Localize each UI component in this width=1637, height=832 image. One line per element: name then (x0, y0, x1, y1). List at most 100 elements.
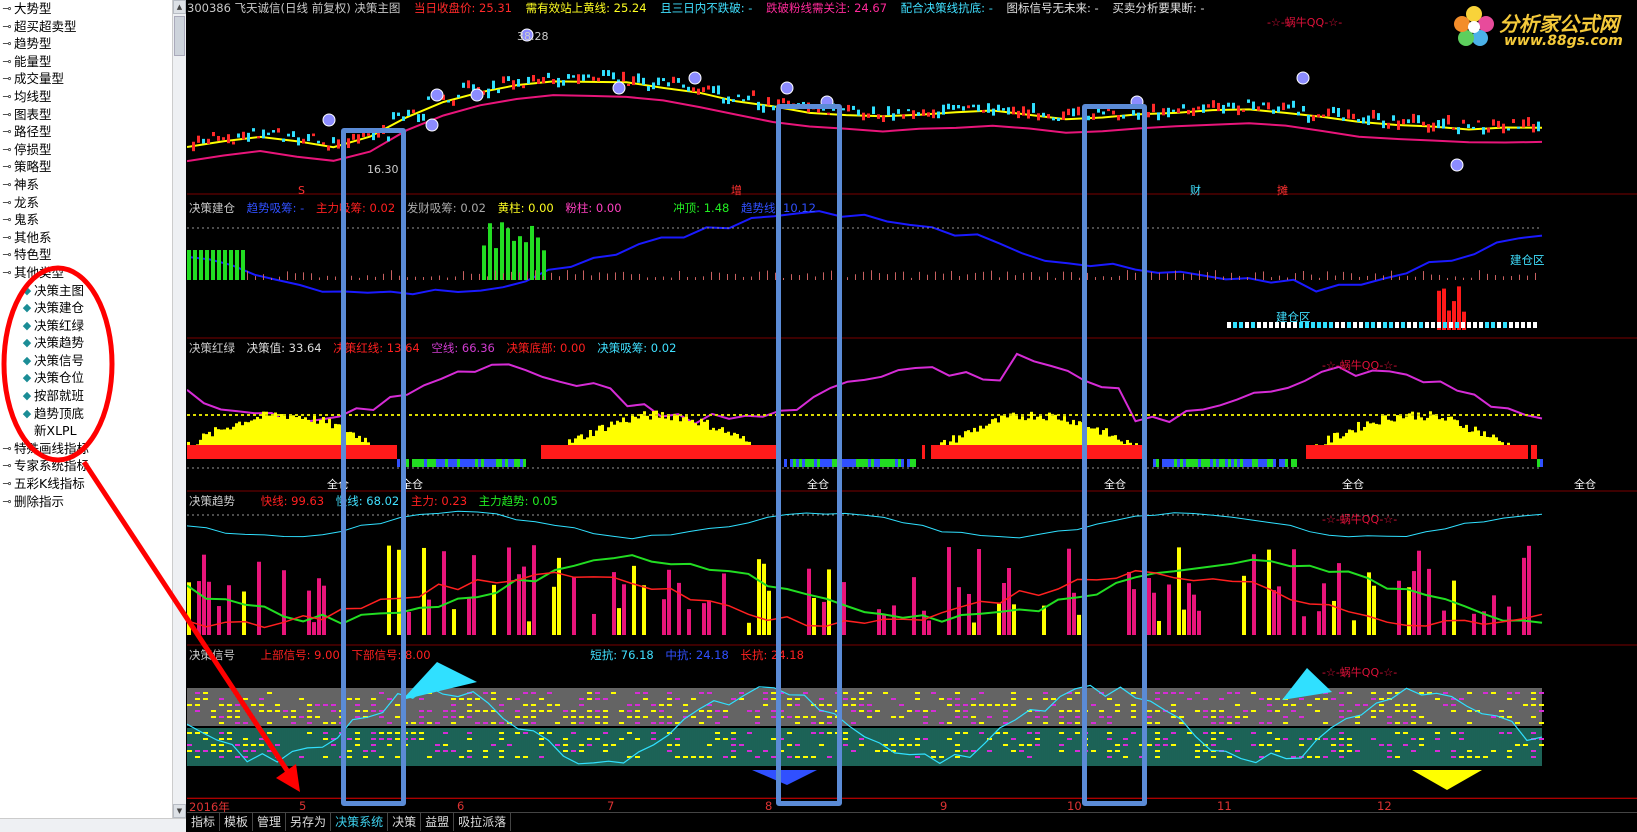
red-area (406, 445, 409, 459)
yellow-area (1327, 435, 1330, 445)
green-bar (217, 250, 221, 280)
signal-dash (595, 698, 600, 700)
red-area (712, 445, 715, 459)
signal-dash (1011, 750, 1016, 752)
red-area (1393, 445, 1396, 459)
signal-dash (427, 722, 432, 724)
signal-dash (1339, 704, 1344, 706)
tree-item[interactable]: ⊸ 删除指示 (0, 493, 172, 511)
yellow-area (973, 427, 976, 445)
tree-vertical-scrollbar[interactable]: ▲ ▼ (172, 0, 186, 818)
red-area (1291, 445, 1294, 459)
decision-bottom-label: 决策底部: 0.00 (506, 341, 586, 355)
tree-item[interactable]: ⊸ 超买超卖型 (0, 18, 172, 36)
red-area (1168, 445, 1171, 459)
signal-dash (443, 710, 448, 712)
signal-dash (1155, 756, 1160, 758)
indicator-tab[interactable]: 决策系统 (331, 813, 389, 831)
red-area (736, 445, 739, 459)
candle (337, 139, 340, 149)
red-area (568, 445, 571, 459)
indicator-tab[interactable]: 模板 (220, 813, 254, 831)
tree-item[interactable]: ⊸ 成交量型 (0, 70, 172, 88)
tree-item[interactable]: ◆ 按部就班 (0, 387, 172, 405)
red-area (850, 445, 853, 459)
red-area (502, 445, 505, 459)
indicator-tab[interactable]: 另存为 (286, 813, 332, 831)
trend-bar (592, 613, 596, 635)
signal-dash (195, 732, 200, 734)
panel-jc-title: 决策建仓 (189, 201, 235, 215)
indicator-tab[interactable]: 吸拉派落 (454, 813, 512, 831)
green-blue-area (433, 459, 436, 467)
signal-dash (851, 722, 856, 724)
signal-dash (667, 750, 672, 752)
tree-item[interactable]: ⊸ 策略型 (0, 158, 172, 176)
indicator-tab[interactable]: 管理 (253, 813, 287, 831)
tree-item[interactable]: ⊸ 能量型 (0, 53, 172, 71)
candle (1167, 107, 1170, 118)
tree-item[interactable]: ◆ 决策主图 (0, 282, 172, 300)
stock-chart-area[interactable]: 300386 飞天诚信(日线 前复权) 决策主图 当日收盘价: 25.31 需有… (187, 0, 1637, 832)
tree-item[interactable]: ⊸ 五彩K线指标 (0, 475, 172, 493)
signal-dash (1235, 750, 1240, 752)
indicator-tab[interactable]: 决策 (388, 813, 422, 831)
candle (1022, 106, 1025, 116)
red-area (1174, 445, 1177, 459)
yellow-area (334, 423, 337, 445)
tree-item[interactable]: ⊸ 趋势型 (0, 35, 172, 53)
tree-item[interactable]: ◆ 决策信号 (0, 352, 172, 370)
tree-item[interactable]: 新XLPL (0, 422, 172, 440)
tree-horizontal-scrollbar[interactable] (0, 818, 186, 832)
tree-item[interactable]: ⊸ 大势型 (0, 0, 172, 18)
scroll-up-arrow-icon[interactable]: ▲ (173, 0, 186, 14)
tree-item[interactable]: ⊸ 特色型 (0, 246, 172, 264)
tree-item[interactable]: ⊸ 龙系 (0, 194, 172, 212)
candle (412, 109, 415, 114)
scroll-thumb[interactable] (174, 16, 185, 56)
signal-dash (523, 716, 528, 718)
red-area (1309, 445, 1312, 459)
indicator-tab[interactable]: 益盟 (421, 813, 455, 831)
tree-item[interactable]: ⊸ 鬼系 (0, 211, 172, 229)
tree-item[interactable]: ⊸ 其他系 (0, 229, 172, 247)
signal-dash (1155, 732, 1160, 734)
signal-dash (963, 750, 968, 752)
candle (737, 94, 740, 98)
yellow-area (610, 421, 613, 445)
trend-bar (317, 578, 321, 635)
small-bar (1401, 322, 1405, 328)
yellow-area (1069, 424, 1072, 445)
signal-dash (299, 756, 304, 758)
tree-item[interactable]: ⊸ 停损型 (0, 141, 172, 159)
signal-dash (1267, 698, 1272, 700)
pink-tick (767, 270, 768, 280)
signal-dash (627, 732, 632, 734)
signal-dash (579, 722, 584, 724)
tree-item[interactable]: ⊸ 其他类型 (0, 264, 172, 282)
tree-item[interactable]: ◆ 决策仓位 (0, 369, 172, 387)
red-area (1426, 445, 1429, 459)
signal-dash (195, 704, 200, 706)
tree-item[interactable]: ⊸ 均线型 (0, 88, 172, 106)
tree-item[interactable]: ⊸ 路径型 (0, 123, 172, 141)
yellow-area (742, 436, 745, 445)
red-area (703, 445, 706, 459)
candle (1077, 106, 1080, 116)
red-area (592, 445, 595, 459)
signal-dash (963, 710, 968, 712)
tree-item[interactable]: ⊸ 神系 (0, 176, 172, 194)
tree-item[interactable]: ⊸ 专家系统指标 (0, 457, 172, 475)
tree-item[interactable]: ◆ 决策红绿 (0, 317, 172, 335)
scroll-down-arrow-icon[interactable]: ▼ (173, 804, 186, 818)
tree-item[interactable]: ◆ 决策趋势 (0, 334, 172, 352)
tree-item[interactable]: ⊸ 图表型 (0, 106, 172, 124)
tree-item[interactable]: ◆ 决策建仓 (0, 299, 172, 317)
tree-item[interactable]: ⊸ 特殊画线指标 (0, 440, 172, 458)
indicator-tab[interactable]: 指标 (187, 813, 221, 831)
candle (1232, 102, 1235, 109)
tree-item[interactable]: ◆ 趋势顶底 (0, 405, 172, 423)
candle (582, 74, 585, 81)
signal-dash (979, 722, 984, 724)
pink-tick (327, 275, 328, 280)
